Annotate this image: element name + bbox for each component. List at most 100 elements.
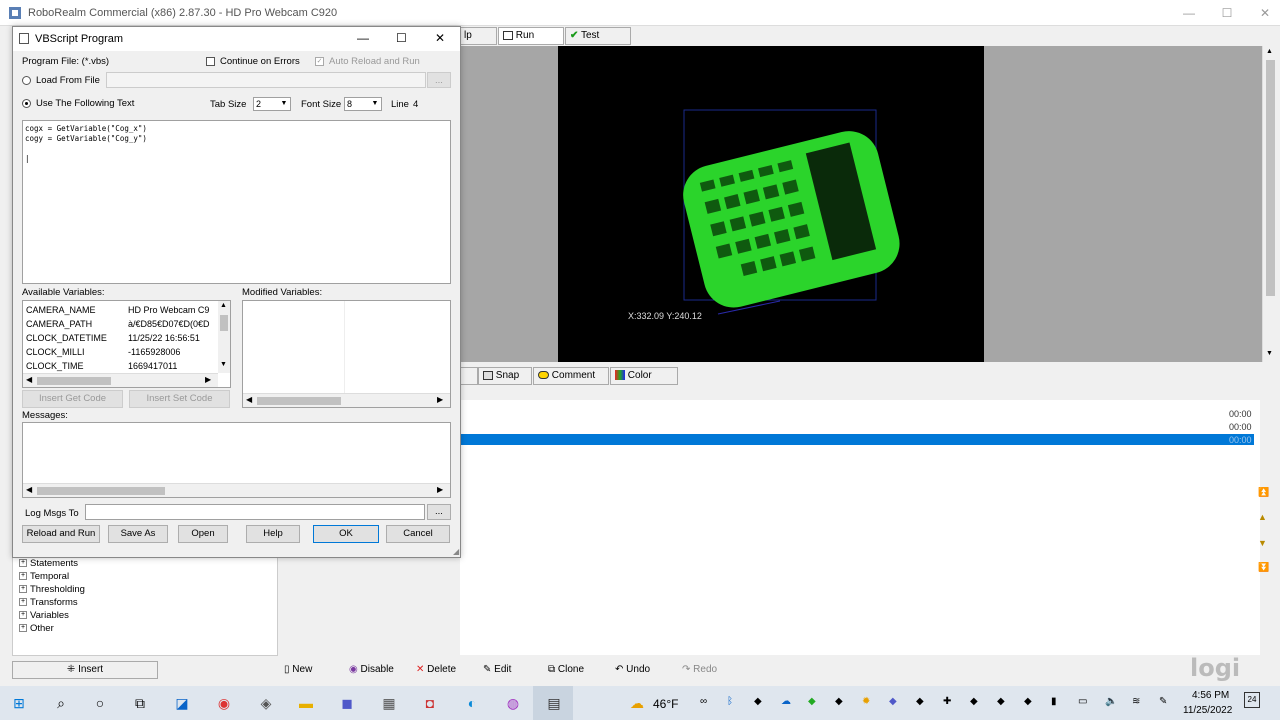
help-button[interactable]: Help	[246, 525, 300, 543]
open-button[interactable]: Open	[178, 525, 228, 543]
expand-icon[interactable]: +	[19, 598, 27, 607]
test-button[interactable]: ✔ Test	[565, 27, 631, 45]
scroll-right-icon[interactable]: ▶	[205, 375, 211, 384]
module-tree[interactable]: + Statements + Temporal + Thresholding + Tra…	[12, 556, 278, 656]
variable-name[interactable]: CAMERA_NAME	[26, 303, 126, 317]
tray-app-icon-3[interactable]: ◆	[916, 696, 924, 707]
chrome-icon[interactable]: ◉	[215, 694, 233, 712]
available-variables-list[interactable]: CAMERA_NAME HD Pro Webcam C9 CAMERA_PATH…	[22, 300, 231, 388]
app-icon-3[interactable]: ◍	[504, 694, 522, 712]
variables-vscroll[interactable]: ▲ ▼	[218, 301, 230, 373]
search-icon[interactable]: ⌕	[52, 694, 70, 712]
save-as-button[interactable]: Save As	[108, 525, 168, 543]
file-explorer-icon[interactable]: ▬	[297, 694, 315, 712]
font-size-select[interactable]: 8 ▼	[344, 97, 382, 111]
tray-app-icon-6[interactable]: ◆	[997, 696, 1005, 707]
messages-hscroll[interactable]: ◀ ▶	[23, 483, 450, 497]
calculator-icon[interactable]: ▦	[380, 694, 398, 712]
tree-item-variables[interactable]: + Variables	[19, 609, 69, 622]
app-icon-2[interactable]: ◘	[421, 694, 439, 712]
tab-size-select[interactable]: 2 ▼	[253, 97, 291, 111]
tree-item-thresholding[interactable]: + Thresholding	[19, 583, 85, 596]
tray-app-icon[interactable]: ◆	[754, 696, 762, 707]
code-editor[interactable]: cogx = GetVariable("Cog_x") cogy = GetVa…	[22, 120, 451, 284]
scroll-thumb[interactable]	[257, 397, 341, 405]
tray-app-icon-4[interactable]: ✚	[943, 696, 951, 707]
windows-start-icon[interactable]: ⊞	[10, 694, 28, 712]
wifi-icon[interactable]: ≋	[1132, 696, 1140, 707]
variable-name[interactable]: CLOCK_DATETIME	[26, 331, 126, 345]
maximize-button[interactable]: ☐	[1216, 4, 1238, 22]
messages-box[interactable]: ◀ ▶	[22, 422, 451, 498]
new-button[interactable]: ▯ New	[280, 661, 344, 679]
load-from-file-radio[interactable]	[22, 76, 31, 85]
expand-icon[interactable]: +	[19, 559, 27, 568]
cancel-button[interactable]: Cancel	[386, 525, 450, 543]
insert-get-code-button[interactable]: Insert Get Code	[22, 390, 123, 408]
tree-item-other[interactable]: + Other	[19, 622, 54, 635]
continue-on-errors-checkbox[interactable]	[206, 57, 215, 66]
log-msgs-input[interactable]	[85, 504, 425, 520]
weather-temp[interactable]: 46°F	[653, 697, 678, 711]
move-bottom-icon[interactable]: ⏬	[1258, 562, 1269, 573]
volume-icon[interactable]: 🔈	[1105, 696, 1117, 707]
color-button[interactable]: Color	[610, 367, 678, 385]
scroll-down-icon[interactable]: ▼	[220, 361, 227, 368]
edit-button[interactable]: ✎ Edit	[479, 661, 543, 679]
dialog-minimize-icon[interactable]: —	[357, 31, 369, 45]
variable-name[interactable]: CAMERA_PATH	[26, 317, 126, 331]
move-up-icon[interactable]: ▲	[1258, 512, 1267, 522]
tree-item-temporal[interactable]: + Temporal	[19, 570, 69, 583]
snap-button[interactable]: Snap	[478, 367, 532, 385]
run-button[interactable]: Run	[498, 27, 564, 45]
use-following-text-radio[interactable]	[22, 99, 31, 108]
move-down-icon[interactable]: ▼	[1258, 538, 1267, 548]
toolbar-partial-button[interactable]	[460, 367, 478, 385]
cortana-icon[interactable]: ○	[91, 694, 109, 712]
scroll-right-icon[interactable]: ▶	[437, 485, 443, 494]
disable-button[interactable]: ◉ Disable	[345, 661, 411, 679]
expand-icon[interactable]: +	[19, 572, 27, 581]
close-button[interactable]: ✕	[1254, 4, 1276, 22]
insert-set-code-button[interactable]: Insert Set Code	[129, 390, 230, 408]
scroll-thumb[interactable]	[37, 377, 111, 385]
scroll-up-icon[interactable]: ▲	[220, 302, 227, 309]
display-icon[interactable]: ▭	[1078, 696, 1087, 707]
notifications-icon[interactable]: 24	[1244, 692, 1260, 708]
expand-icon[interactable]: +	[19, 585, 27, 594]
app-icon[interactable]: ◈	[257, 694, 275, 712]
comment-button[interactable]: Comment	[533, 367, 609, 385]
scroll-left-icon[interactable]: ◀	[26, 375, 32, 384]
outlook-icon[interactable]: ◪	[173, 694, 191, 712]
tree-item-statements[interactable]: + Statements	[19, 557, 78, 570]
dialog-maximize-icon[interactable]: ☐	[396, 31, 407, 45]
scroll-thumb[interactable]	[37, 487, 165, 495]
scroll-left-icon[interactable]: ◀	[26, 485, 32, 494]
pen-icon[interactable]: ✎	[1159, 696, 1167, 707]
clock-time[interactable]: 4:56 PM	[1192, 690, 1229, 701]
browse-button[interactable]: ...	[427, 72, 451, 88]
scroll-thumb[interactable]	[220, 315, 228, 331]
redo-button[interactable]: ↷ Redo	[678, 661, 744, 679]
variable-name[interactable]: CLOCK_TIME	[26, 359, 126, 373]
scroll-right-icon[interactable]: ▶	[437, 395, 443, 404]
selected-pipeline-row[interactable]	[460, 434, 1254, 445]
move-top-icon[interactable]: ⏫	[1258, 487, 1269, 498]
expand-icon[interactable]: +	[19, 624, 27, 633]
modified-hscroll[interactable]: ◀ ▶	[243, 393, 450, 407]
teams-icon[interactable]: ◼	[338, 694, 356, 712]
onedrive-icon[interactable]: ☁	[781, 696, 791, 707]
scroll-up-icon[interactable]: ▲	[1266, 48, 1273, 55]
ok-button[interactable]: OK	[313, 525, 379, 543]
gear-icon[interactable]: ✹	[862, 696, 870, 707]
tray-app-icon-5[interactable]: ◆	[970, 696, 978, 707]
tray-app-icon-7[interactable]: ◆	[1024, 696, 1032, 707]
teams-tray-icon[interactable]: ◆	[889, 696, 897, 707]
minimize-button[interactable]: —	[1178, 4, 1200, 22]
resize-grip-icon[interactable]: ◢	[453, 547, 459, 556]
variables-hscroll[interactable]: ◀ ▶	[23, 373, 218, 387]
tray-link-icon[interactable]: ∞	[700, 696, 707, 707]
roborealm-task-icon[interactable]: ▤	[545, 694, 563, 712]
expand-icon[interactable]: +	[19, 611, 27, 620]
clone-button[interactable]: ⧉ Clone	[544, 661, 610, 679]
